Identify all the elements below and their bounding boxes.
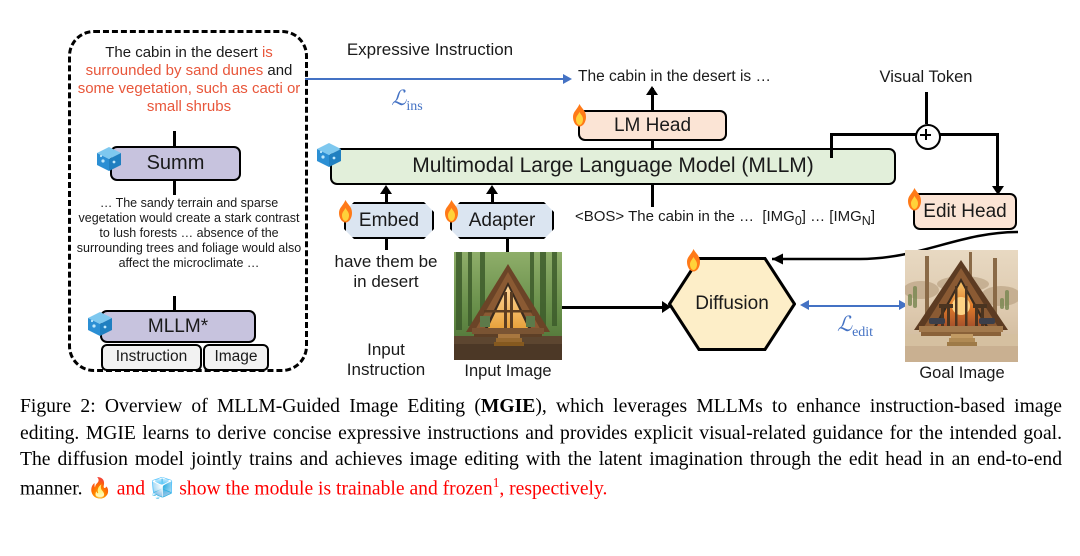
image-input-label: Image <box>214 348 258 366</box>
frozen-cube-icon: 🧊 <box>149 478 175 500</box>
plus-node <box>915 124 941 150</box>
adapter-label: Adapter <box>468 209 536 231</box>
mllm-star-block[interactable]: MLLM* <box>100 310 256 343</box>
connector-embed-arrowhead <box>380 185 392 194</box>
caption-bold-mgie: MGIE <box>480 396 536 417</box>
loss-ins-arrowhead <box>563 74 572 84</box>
connector-adapter-down <box>506 237 509 252</box>
summ-label: Summ <box>146 152 205 174</box>
edit-head-block[interactable]: Edit Head <box>913 193 1017 230</box>
connector-embed-down <box>385 237 388 250</box>
generated-instruction-text: The cabin in the desert is … <box>578 68 771 85</box>
loss-edit-line <box>806 305 902 307</box>
instruction-input-label: Instruction <box>115 348 188 366</box>
connector-lmhead-out-head <box>646 86 658 95</box>
frozen-cube-icon <box>97 147 121 171</box>
goal-image <box>905 250 1018 362</box>
mllm-star-label: MLLM* <box>147 315 209 337</box>
connector-plus-to-edithead-h <box>936 133 998 136</box>
embed-block[interactable]: Embed <box>344 204 434 237</box>
caption-and: and <box>111 478 150 500</box>
adapter-block[interactable]: Adapter <box>450 204 554 237</box>
token-seq-a: <BOS> The cabin in the … [IMG0] … [IMGN] <box>575 208 875 228</box>
expressive-instruction-label: Expressive Instruction <box>346 40 514 59</box>
connector-summ-down <box>173 181 176 195</box>
expr-seg-3: and <box>267 62 293 79</box>
goal-image-caption: Goal Image <box>919 364 1005 382</box>
caption-p1: Figure 2: Overview of MLLM-Guided Image … <box>20 396 481 417</box>
lm-head-block[interactable]: LM Head <box>578 110 727 141</box>
lm-head-label: LM Head <box>613 114 692 136</box>
input-image <box>454 252 562 360</box>
expressive-instruction-text: The cabin in the desert is surrounded by… <box>76 44 302 116</box>
caption-red-a: show the module is trainable and frozen <box>174 478 493 500</box>
expr-seg-1: The cabin in the desert <box>105 44 262 61</box>
connector-plus-to-edithead-v <box>996 133 999 189</box>
visual-token-label: Visual Token <box>879 68 973 86</box>
figure-caption: Figure 2: Overview of MLLM-Guided Image … <box>20 394 1062 503</box>
flame-icon <box>339 200 352 223</box>
connector-mllm-to-plus-v <box>830 133 833 158</box>
loss-ins-arrow-line <box>305 78 565 80</box>
loss-ins-label: ℒins <box>391 86 423 114</box>
connector-summ-up <box>173 131 176 147</box>
mllm-block[interactable]: Multimodal Large Language Model (MLLM) <box>330 148 896 185</box>
figure-diagram: The cabin in the desert is surrounded by… <box>0 0 1080 390</box>
connector-tokens-to-mllm <box>651 185 654 207</box>
connector-image-to-diffusion <box>562 306 668 309</box>
mllm-label: Multimodal Large Language Model (MLLM) <box>412 154 814 178</box>
token-sequence-text: <BOS> The cabin in the … [IMG0] … [IMGN] <box>575 208 875 228</box>
loss-edit-label: ℒedit <box>836 312 874 340</box>
expr-seg-4: some vegetation, such as cacti or small … <box>77 80 301 115</box>
mllm-raw-output-text: … The sandy terrain and sparse vegetatio… <box>76 196 302 270</box>
flame-icon <box>573 104 586 127</box>
embed-label: Embed <box>358 209 420 231</box>
connector-mllm-to-plus-h <box>830 133 916 136</box>
edit-head-label: Edit Head <box>923 200 1007 222</box>
input-instruction-text: have them be in desert <box>334 252 438 292</box>
frozen-cube-icon <box>317 143 341 167</box>
connector-visualtoken-down <box>925 92 928 124</box>
flame-icon: 🔥 <box>87 478 112 500</box>
caption-red-b: , respectively. <box>499 478 608 500</box>
image-input-block[interactable]: Image <box>203 344 269 371</box>
flame-icon <box>687 249 700 272</box>
flame-icon <box>445 200 458 223</box>
input-image-caption: Input Image <box>464 362 552 380</box>
instruction-input-block[interactable]: Instruction <box>101 344 202 371</box>
loss-edit-arrow-left <box>800 300 809 310</box>
input-instruction-caption: Input Instruction <box>346 340 426 380</box>
summ-block[interactable]: Summ <box>110 146 241 181</box>
connector-adapter-arrowhead <box>486 185 498 194</box>
frozen-cube-icon <box>88 312 112 336</box>
flame-icon <box>908 188 921 211</box>
